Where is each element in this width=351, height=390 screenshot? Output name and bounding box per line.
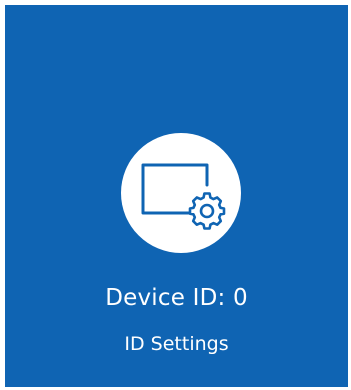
id-settings-label: ID Settings [124,333,229,355]
id-settings-tile[interactable]: Device ID: 0 ID Settings [5,5,348,387]
device-settings-icon [121,133,241,253]
device-id-label: Device ID: 0 [105,285,248,311]
display-gear-icon [141,163,226,230]
